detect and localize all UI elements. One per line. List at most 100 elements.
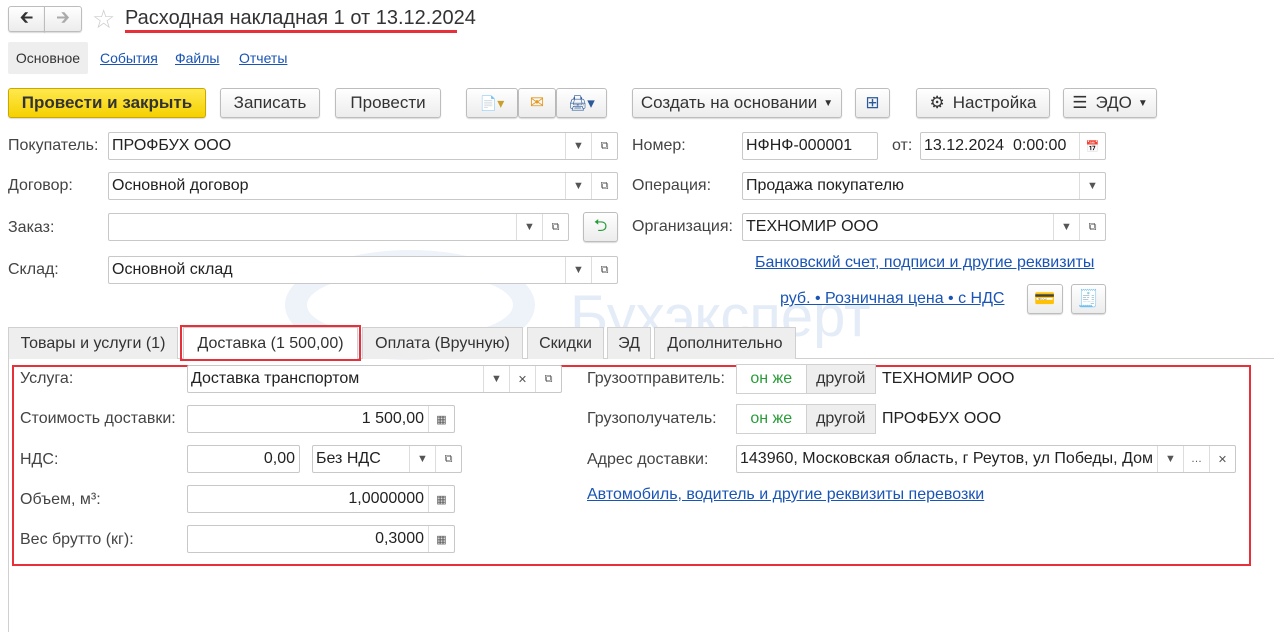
save-button[interactable]: Записать: [220, 88, 320, 118]
calendar-icon[interactable]: 📅: [1079, 133, 1105, 159]
contract-field[interactable]: Основной договор ▼ ⧉: [108, 172, 618, 200]
open-icon[interactable]: ⧉: [535, 366, 561, 392]
vat-amount-field[interactable]: 0,00: [187, 445, 300, 473]
open-icon[interactable]: ⧉: [435, 446, 461, 472]
tab-main[interactable]: Основное: [8, 42, 88, 74]
tab-payment[interactable]: Оплата (Вручную): [362, 327, 523, 359]
chevron-down-icon[interactable]: ▼: [1053, 214, 1079, 240]
consignee-toggle[interactable]: он же другой: [736, 404, 876, 434]
organization-field[interactable]: ТЕХНОМИР ООО ▼ ⧉: [742, 213, 1106, 241]
transport-details-link[interactable]: Автомобиль, водитель и другие реквизиты …: [587, 486, 984, 504]
service-field[interactable]: Доставка транспортом ▼ ✕ ⧉: [187, 365, 562, 393]
open-icon[interactable]: ⧉: [1079, 214, 1105, 240]
settings-button[interactable]: ⚙ Настройка: [916, 88, 1050, 118]
calculator-icon[interactable]: ▦: [428, 526, 454, 552]
tab-ed[interactable]: ЭД: [607, 327, 651, 359]
email-button[interactable]: ✉: [518, 88, 556, 118]
clear-icon[interactable]: ✕: [1209, 446, 1235, 472]
chevron-down-icon[interactable]: ▼: [565, 257, 591, 283]
vat-label: НДС:: [20, 451, 59, 468]
tab-goods[interactable]: Товары и услуги (1): [8, 327, 178, 359]
organization-label: Организация:: [632, 218, 733, 235]
shipper-value: ТЕХНОМИР ООО: [882, 370, 1015, 387]
vat-rate-value: Без НДС: [316, 450, 381, 467]
more-icon[interactable]: …: [1183, 446, 1209, 472]
envelope-icon: ✉: [529, 93, 545, 112]
shipper-other-option[interactable]: другой: [805, 365, 875, 393]
chevron-down-icon[interactable]: ▼: [483, 366, 509, 392]
vat-rate-field[interactable]: Без НДС ▼ ⧉: [312, 445, 462, 473]
receipt-button[interactable]: 🧾: [1071, 284, 1106, 314]
settings-label: Настройка: [952, 93, 1037, 112]
create-based-label: Создать на основании: [640, 93, 818, 112]
date-field[interactable]: 13.12.2024 0:00:00 📅: [920, 132, 1106, 160]
forward-button[interactable]: 🡲: [44, 6, 82, 32]
card-button[interactable]: 💳: [1027, 284, 1063, 314]
calculator-icon[interactable]: ▦: [428, 406, 454, 432]
printer-icon: 🖨▾: [568, 95, 595, 112]
tab-reports[interactable]: Отчеты: [239, 50, 287, 66]
cost-field[interactable]: 1 500,00 ▦: [187, 405, 455, 433]
chevron-down-icon[interactable]: ▼: [409, 446, 435, 472]
address-value: 143960, Московская область, г Реутов, ул…: [740, 450, 1153, 467]
consignee-same-option[interactable]: он же: [737, 405, 806, 433]
post-and-close-button[interactable]: Провести и закрыть: [8, 88, 206, 118]
create-based-on-button[interactable]: Создать на основании ▼: [632, 88, 842, 118]
open-icon[interactable]: ⧉: [591, 257, 617, 283]
tab-files[interactable]: Файлы: [175, 50, 219, 66]
print-button[interactable]: 🖨▾: [556, 88, 607, 118]
vat-value: 0,00: [263, 450, 295, 467]
address-field[interactable]: 143960, Московская область, г Реутов, ул…: [736, 445, 1236, 473]
chevron-down-icon[interactable]: ▼: [516, 214, 542, 240]
weight-label: Вес брутто (кг):: [20, 531, 134, 548]
volume-value: 1,0000000: [348, 490, 424, 507]
tab-discounts[interactable]: Скидки: [527, 327, 604, 359]
warehouse-label: Склад:: [8, 261, 59, 278]
operation-value: Продажа покупателю: [746, 177, 905, 194]
back-button[interactable]: 🡰: [8, 6, 45, 32]
date-label: от:: [892, 137, 913, 154]
bank-details-link[interactable]: Банковский счет, подписи и другие реквиз…: [755, 254, 1094, 272]
tab-events[interactable]: События: [100, 50, 158, 66]
shipper-same-option[interactable]: он же: [737, 365, 806, 393]
open-icon[interactable]: ⧉: [591, 173, 617, 199]
number-value: НФНФ-000001: [746, 137, 853, 154]
shipper-toggle[interactable]: он же другой: [736, 364, 876, 394]
volume-field[interactable]: 1,0000000 ▦: [187, 485, 455, 513]
page-title: Расходная накладная 1 от 13.12.2024: [125, 7, 476, 29]
number-label: Номер:: [632, 137, 686, 154]
open-icon[interactable]: ⧉: [542, 214, 568, 240]
calculator-icon[interactable]: ▦: [428, 486, 454, 512]
create-document-button[interactable]: 📄▾: [466, 88, 518, 118]
cost-value: 1 500,00: [361, 410, 424, 427]
star-icon[interactable]: ☆: [92, 4, 115, 35]
buyer-field[interactable]: ПРОФБУХ ООО ▼ ⧉: [108, 132, 618, 160]
chevron-down-icon[interactable]: ▼: [565, 173, 591, 199]
date-value: 13.12.2024 0:00:00: [924, 137, 1067, 154]
weight-field[interactable]: 0,3000 ▦: [187, 525, 455, 553]
receipt-icon: 🧾: [1077, 289, 1100, 308]
open-icon[interactable]: ⧉: [591, 133, 617, 159]
post-button[interactable]: Провести: [335, 88, 441, 118]
tab-additional[interactable]: Дополнительно: [654, 327, 796, 359]
address-label: Адрес доставки:: [587, 451, 709, 468]
clear-icon[interactable]: ✕: [509, 366, 535, 392]
chevron-down-icon: ▼: [1137, 97, 1148, 109]
price-settings-link[interactable]: руб. • Розничная цена • с НДС: [780, 290, 1004, 308]
arrow-right-icon: 🡲: [56, 7, 70, 27]
consignee-other-option[interactable]: другой: [805, 405, 875, 433]
order-field[interactable]: ▼ ⧉: [108, 213, 569, 241]
chevron-down-icon[interactable]: ▼: [1079, 173, 1105, 199]
fill-from-order-button[interactable]: ⮌: [583, 212, 618, 242]
operation-label: Операция:: [632, 177, 712, 194]
operation-field[interactable]: Продажа покупателю ▼: [742, 172, 1106, 200]
edo-button[interactable]: ☰ ЭДО ▼: [1063, 88, 1157, 118]
warehouse-field[interactable]: Основной склад ▼ ⧉: [108, 256, 618, 284]
consignee-label: Грузополучатель:: [587, 410, 717, 427]
gear-icon: ⚙: [929, 93, 945, 112]
title-underline: [125, 30, 457, 33]
structure-button[interactable]: ⊞: [855, 88, 890, 118]
number-field[interactable]: НФНФ-000001: [742, 132, 878, 160]
chevron-down-icon[interactable]: ▼: [1157, 446, 1183, 472]
chevron-down-icon[interactable]: ▼: [565, 133, 591, 159]
